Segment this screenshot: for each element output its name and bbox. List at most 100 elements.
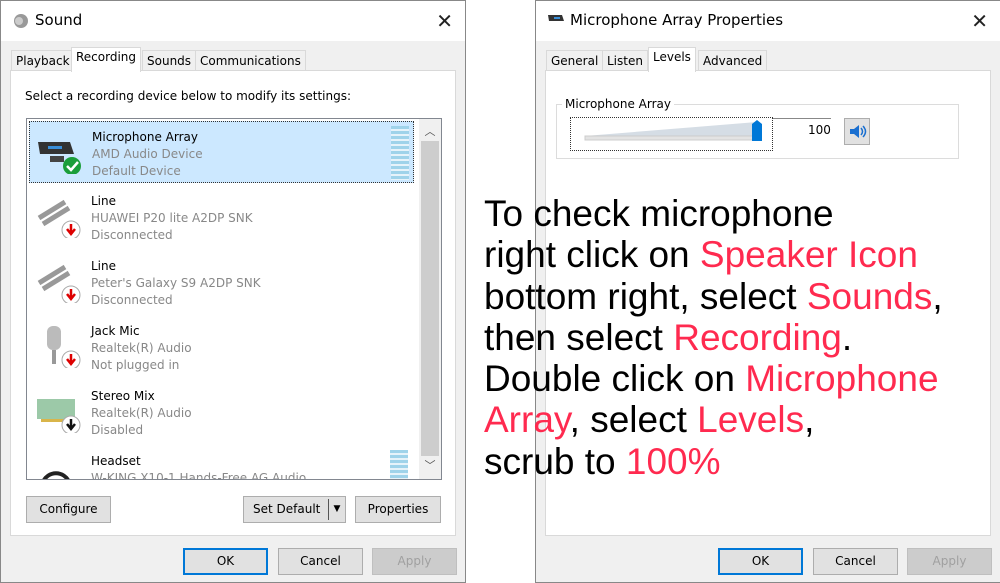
- cancel-button[interactable]: Cancel: [278, 548, 363, 575]
- close-icon[interactable]: ✕: [971, 9, 988, 33]
- rca-cable-icon: [37, 264, 81, 303]
- microphone-icon: [47, 326, 81, 368]
- overlay-highlight: 100%: [625, 440, 721, 482]
- tab-communications[interactable]: Communications: [195, 50, 306, 71]
- device-list[interactable]: Microphone Array AMD Audio Device Defaul…: [26, 118, 442, 480]
- overlay-text: scrub to: [484, 440, 626, 482]
- tab-levels[interactable]: Levels: [648, 47, 696, 72]
- chevron-down-icon[interactable]: ﹀: [419, 457, 441, 473]
- device-name: Line: [91, 259, 117, 273]
- level-meter: [390, 450, 408, 479]
- set-default-label: Set Default: [253, 502, 321, 516]
- dialog-title: Microphone Array Properties: [570, 11, 784, 29]
- overlay-line: right click on Speaker Icon: [484, 234, 943, 275]
- slider-thumb: [752, 120, 762, 141]
- tab-listen[interactable]: Listen: [602, 50, 648, 71]
- chevron-up-icon[interactable]: ︿: [419, 123, 441, 139]
- level-slider[interactable]: [570, 117, 773, 151]
- group-label: Microphone Array: [562, 97, 674, 111]
- overlay-highlight: Speaker Icon: [699, 234, 918, 276]
- list-item[interactable]: Line Peter's Galaxy S9 A2DP SNK Disconne…: [29, 251, 414, 313]
- device-name: Stereo Mix: [91, 389, 155, 403]
- list-item[interactable]: Jack Mic Realtek(R) Audio Not plugged in: [29, 316, 414, 378]
- device-status: Disabled: [91, 423, 144, 437]
- tab-advanced[interactable]: Advanced: [698, 50, 768, 71]
- tab-sounds[interactable]: Sounds: [142, 50, 197, 71]
- sound-card-icon: [37, 399, 81, 433]
- title-bar: Microphone Array Properties ✕: [536, 1, 1000, 41]
- overlay-highlight: Array: [484, 399, 570, 441]
- cancel-button[interactable]: Cancel: [813, 548, 898, 575]
- overlay-highlight: Sounds: [806, 275, 933, 317]
- configure-label: Configure: [39, 502, 98, 516]
- set-default-button[interactable]: Set Default ▼: [243, 496, 346, 523]
- properties-label: Properties: [367, 502, 429, 516]
- device-driver: Realtek(R) Audio: [91, 341, 192, 355]
- slider-track: [584, 120, 762, 141]
- properties-button[interactable]: Properties: [355, 496, 441, 523]
- overlay-line: then select Recording.: [484, 317, 943, 358]
- close-icon[interactable]: ✕: [436, 9, 453, 33]
- dropdown-arrow-icon[interactable]: ▼: [328, 499, 345, 520]
- list-item[interactable]: Microphone Array AMD Audio Device Defaul…: [29, 121, 414, 183]
- apply-button[interactable]: Apply: [907, 548, 992, 575]
- device-status: Disconnected: [91, 293, 173, 307]
- speaker-volume-icon: [850, 125, 867, 138]
- overlay-text: then select: [484, 316, 674, 358]
- list-item[interactable]: Stereo Mix Realtek(R) Audio Disabled: [29, 381, 414, 443]
- list-item[interactable]: Line HUAWEI P20 lite A2DP SNK Disconnect…: [29, 186, 414, 248]
- device-driver: W-KING X10-1 Hands-Free AG Audio: [91, 471, 307, 480]
- overlay-line: bottom right, select Sounds,: [484, 276, 943, 317]
- mute-button[interactable]: [844, 118, 870, 145]
- overlay-line: scrub to 100%: [484, 441, 943, 482]
- configure-button[interactable]: Configure: [26, 496, 111, 523]
- device-status: Default Device: [92, 164, 181, 178]
- overlay-line: To check microphone: [484, 193, 943, 234]
- sound-dialog: Sound ✕ Playback Recording Sounds Commun…: [0, 0, 466, 583]
- device-driver: HUAWEI P20 lite A2DP SNK: [91, 211, 253, 225]
- overlay-line: Array, select Levels,: [484, 399, 943, 440]
- device-name: Headset: [91, 454, 141, 468]
- device-driver: Peter's Galaxy S9 A2DP SNK: [91, 276, 261, 290]
- webcam-microphone-icon: [38, 142, 81, 174]
- ok-button[interactable]: OK: [183, 548, 268, 575]
- overlay-text: Double click on: [484, 358, 746, 400]
- overlay-highlight: Levels: [697, 399, 805, 441]
- device-driver: Realtek(R) Audio: [91, 406, 192, 420]
- level-value: 100: [808, 123, 831, 137]
- overlay-highlight: Recording: [673, 316, 842, 358]
- overlay-text: ,: [932, 275, 943, 317]
- instruction-overlay: To check microphone right click on Speak…: [484, 193, 943, 482]
- overlay-line: Double click on Microphone: [484, 358, 943, 399]
- tab-general[interactable]: General: [546, 50, 604, 71]
- overlay-text: right click on: [484, 234, 700, 276]
- webcam-microphone-icon: [548, 15, 564, 21]
- device-status: Disconnected: [91, 228, 173, 242]
- tab-recording[interactable]: Recording: [71, 47, 142, 72]
- device-name: Jack Mic: [91, 324, 140, 338]
- level-meter: [391, 126, 409, 180]
- overlay-text: bottom right, select: [484, 275, 807, 317]
- value-box: [773, 118, 831, 119]
- scrollbar[interactable]: ︿ ﹀: [419, 119, 441, 479]
- overlay-text: To check microphone: [484, 193, 834, 234]
- headset-icon: [42, 471, 70, 479]
- rca-cable-icon: [37, 199, 81, 238]
- device-name: Line: [91, 194, 117, 208]
- device-driver: AMD Audio Device: [92, 147, 203, 161]
- overlay-highlight: Microphone: [745, 358, 939, 400]
- speaker-icon: [14, 14, 28, 28]
- device-name: Microphone Array: [92, 130, 198, 144]
- green-check-icon: [63, 157, 81, 174]
- device-status: Not plugged in: [91, 358, 180, 372]
- overlay-text: .: [841, 316, 853, 358]
- scroll-thumb[interactable]: [421, 141, 439, 456]
- apply-button[interactable]: Apply: [372, 548, 457, 575]
- overlay-text: , select: [569, 399, 698, 441]
- ok-button[interactable]: OK: [718, 548, 803, 575]
- overlay-text: ,: [804, 399, 815, 441]
- instruction-text: Select a recording device below to modif…: [25, 89, 352, 103]
- list-item[interactable]: Headset W-KING X10-1 Hands-Free AG Audio: [29, 446, 414, 480]
- dialog-title: Sound: [35, 11, 83, 29]
- tab-playback[interactable]: Playback: [11, 50, 75, 71]
